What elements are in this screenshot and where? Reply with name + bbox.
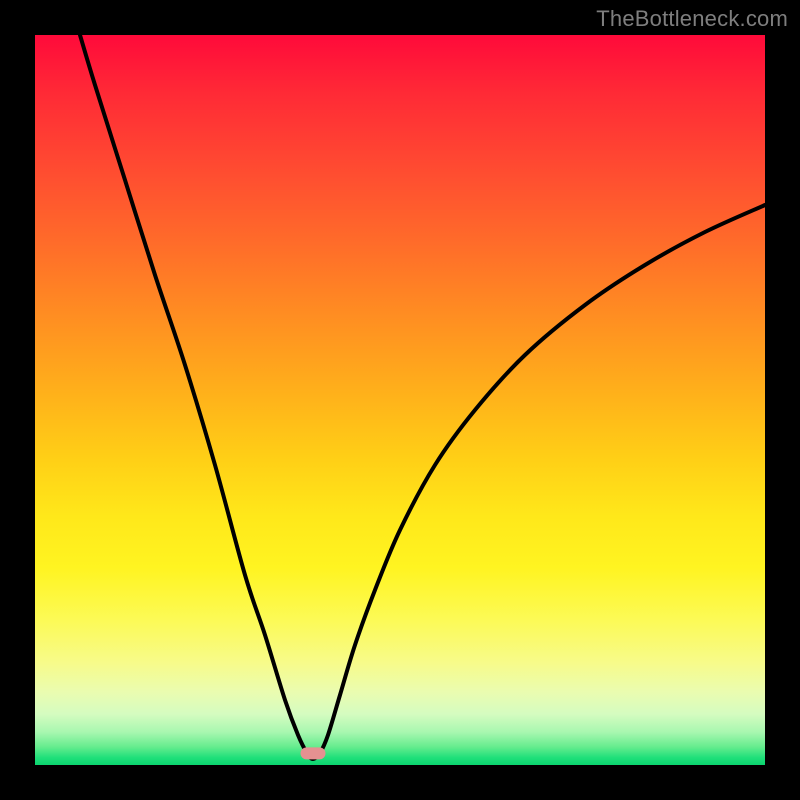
chart-curve-svg (35, 35, 765, 765)
watermark-text: TheBottleneck.com (596, 6, 788, 32)
chart-minimum-marker (301, 747, 326, 759)
bottleneck-curve-line (80, 35, 765, 759)
chart-frame (35, 35, 765, 765)
chart-plot-area (35, 35, 765, 765)
